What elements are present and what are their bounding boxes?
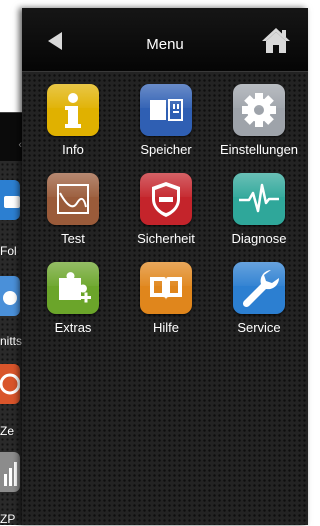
wrench-icon: [233, 262, 285, 314]
storage-icon: [140, 84, 192, 136]
menu-item-label: Sicherheit: [137, 231, 195, 246]
background-label-3: Ze: [0, 424, 15, 438]
menu-item-label: Test: [61, 231, 85, 246]
menu-item-label: Einstellungen: [219, 142, 299, 157]
menu-item-einstellungen[interactable]: Einstellungen: [211, 84, 307, 164]
menu-item-label: Diagnose: [231, 231, 287, 246]
menu-item-info[interactable]: Info: [25, 84, 121, 164]
background-label-4: ZP: [0, 512, 16, 526]
menu-item-diagnose[interactable]: Diagnose: [211, 173, 307, 253]
menu-item-label: Info: [62, 142, 84, 157]
shield-icon: [140, 173, 192, 225]
menu-header: Menu: [22, 8, 308, 72]
book-icon: [140, 262, 192, 314]
home-button[interactable]: [260, 26, 292, 54]
background-folder-icon: [0, 180, 20, 220]
background-clock-icon: [0, 364, 20, 404]
background-cloud-icon: [0, 276, 20, 316]
menu-item-label: Extras: [54, 320, 92, 335]
pulse-icon: [233, 173, 285, 225]
chart-icon: [47, 173, 99, 225]
menu-item-speicher[interactable]: Speicher: [118, 84, 214, 164]
menu-item-sicherheit[interactable]: Sicherheit: [118, 173, 214, 253]
background-app: ‹ Fol nitts Ze ZP: [0, 0, 24, 526]
background-header-bar: ‹: [0, 112, 24, 161]
background-label-1: Fol: [0, 244, 17, 258]
menu-item-label: Service: [237, 320, 281, 335]
home-icon: [262, 28, 290, 53]
menu-item-test[interactable]: Test: [25, 173, 121, 253]
background-label-2: nitts: [0, 334, 23, 348]
menu-panel: Menu Info Speicher Einstellungen Test Si…: [22, 8, 308, 525]
menu-item-label: Hilfe: [152, 320, 179, 335]
menu-item-service[interactable]: Service: [211, 262, 307, 342]
menu-item-extras[interactable]: Extras: [25, 262, 121, 342]
menu-item-label: Speicher: [140, 142, 192, 157]
info-icon: [47, 84, 99, 136]
puzzle-icon: [47, 262, 99, 314]
gear-icon: [233, 84, 285, 136]
menu-item-hilfe[interactable]: Hilfe: [118, 262, 214, 342]
background-chart-icon: [0, 452, 20, 492]
